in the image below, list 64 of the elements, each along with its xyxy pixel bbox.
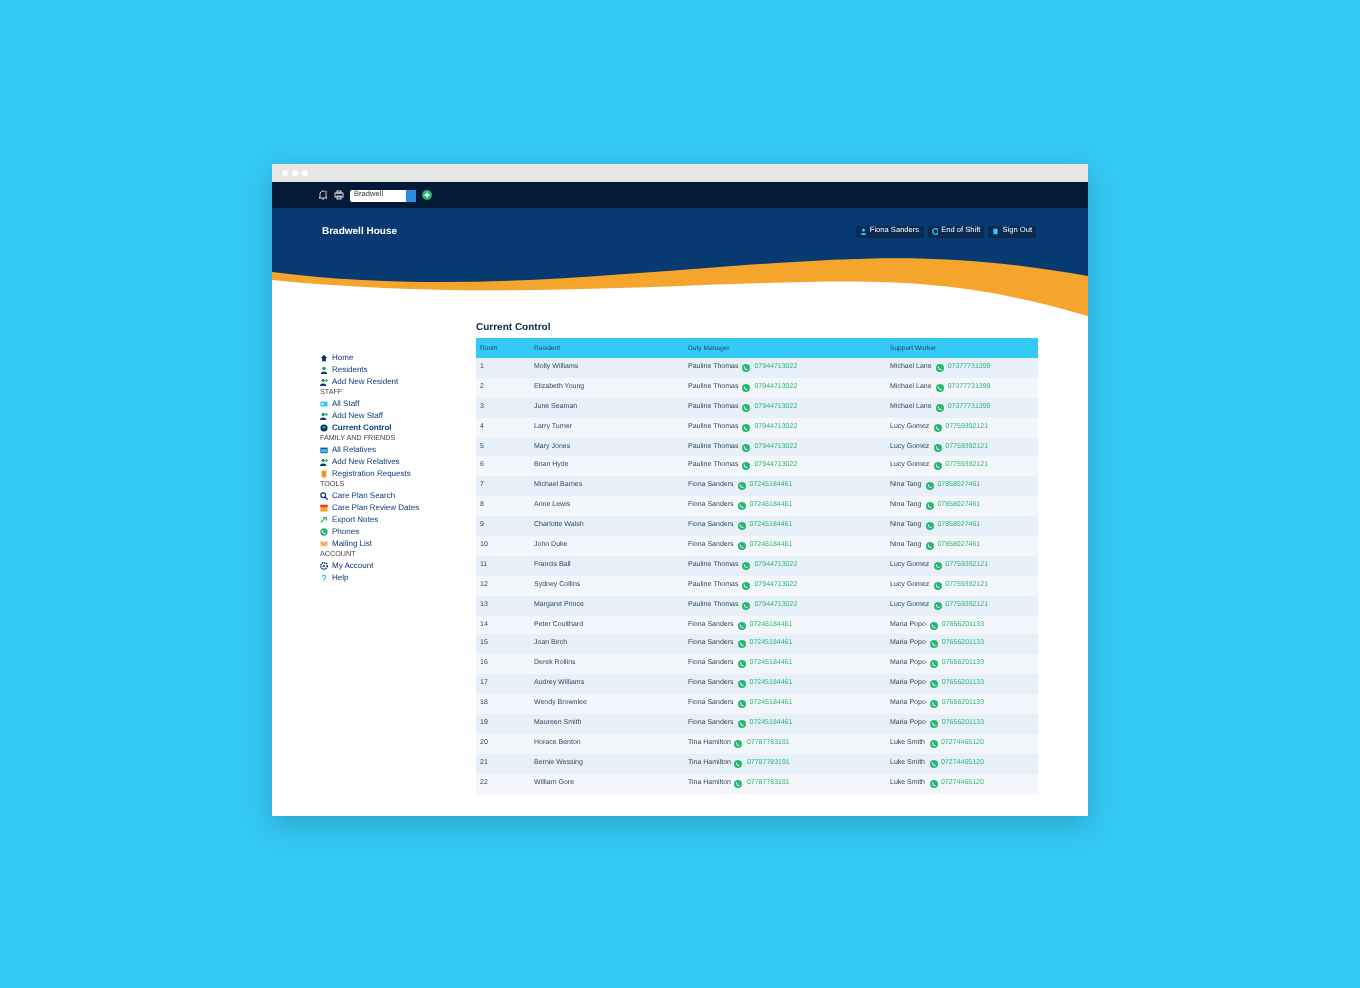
phone-icon bbox=[734, 739, 743, 748]
phone-icon bbox=[933, 581, 942, 590]
phone-icon bbox=[929, 640, 938, 649]
phone-icon bbox=[929, 700, 938, 709]
phone-icon bbox=[929, 660, 938, 669]
phone-icon bbox=[737, 621, 746, 630]
phone-icon bbox=[742, 601, 751, 610]
phone-icon bbox=[320, 527, 328, 536]
phone-icon bbox=[935, 383, 944, 392]
phone-icon bbox=[933, 601, 942, 610]
calendar-icon bbox=[320, 503, 328, 512]
document-icon bbox=[320, 469, 328, 478]
add-icon[interactable] bbox=[422, 190, 432, 200]
phone-icon bbox=[933, 561, 942, 570]
phone-icon bbox=[742, 462, 751, 471]
phone-icon bbox=[929, 621, 938, 630]
phone-icon bbox=[929, 680, 938, 689]
person-plus-icon bbox=[320, 412, 328, 421]
person-plus-icon bbox=[320, 457, 328, 466]
phone-icon bbox=[737, 660, 746, 669]
phone-icon bbox=[935, 363, 944, 372]
phone-icon bbox=[929, 759, 938, 768]
person-plus-icon bbox=[320, 378, 328, 387]
search-icon bbox=[320, 491, 328, 500]
person-icon bbox=[859, 228, 867, 236]
person-icon bbox=[320, 424, 328, 433]
person-icon bbox=[320, 366, 328, 375]
phone-icon bbox=[742, 383, 751, 392]
house-icon bbox=[320, 354, 328, 363]
gear-icon bbox=[320, 561, 328, 570]
phone-icon bbox=[933, 423, 942, 432]
phone-icon bbox=[925, 502, 934, 511]
phone-icon bbox=[737, 680, 746, 689]
phone-icon bbox=[742, 423, 751, 432]
phone-icon bbox=[737, 502, 746, 511]
envelope-icon bbox=[320, 540, 328, 549]
phone-icon bbox=[737, 640, 746, 649]
folder-icon bbox=[320, 445, 328, 454]
phone-icon bbox=[933, 462, 942, 471]
phone-icon bbox=[737, 522, 746, 531]
phone-icon bbox=[742, 443, 751, 451]
phone-icon bbox=[925, 482, 934, 491]
phone-icon bbox=[734, 759, 743, 768]
phone-icon bbox=[925, 522, 934, 531]
phone-icon bbox=[737, 482, 746, 491]
phone-icon bbox=[742, 561, 751, 570]
bell-icon[interactable] bbox=[318, 190, 328, 200]
phone-icon bbox=[933, 443, 942, 451]
phone-icon bbox=[737, 700, 746, 709]
phone-icon bbox=[742, 403, 751, 412]
printer-icon[interactable] bbox=[334, 190, 344, 200]
help-icon bbox=[320, 573, 328, 582]
phone-icon bbox=[929, 779, 938, 788]
phone-icon bbox=[737, 541, 746, 550]
phone-icon bbox=[929, 719, 938, 728]
arrow-icon bbox=[320, 515, 328, 524]
phone-icon bbox=[734, 779, 743, 788]
phone-icon bbox=[737, 719, 746, 728]
phone-icon bbox=[935, 403, 944, 412]
phone-icon bbox=[742, 581, 751, 590]
phone-icon bbox=[925, 541, 934, 550]
phone-icon bbox=[742, 363, 751, 372]
id-card-icon bbox=[320, 399, 328, 408]
phone-icon bbox=[929, 739, 938, 748]
